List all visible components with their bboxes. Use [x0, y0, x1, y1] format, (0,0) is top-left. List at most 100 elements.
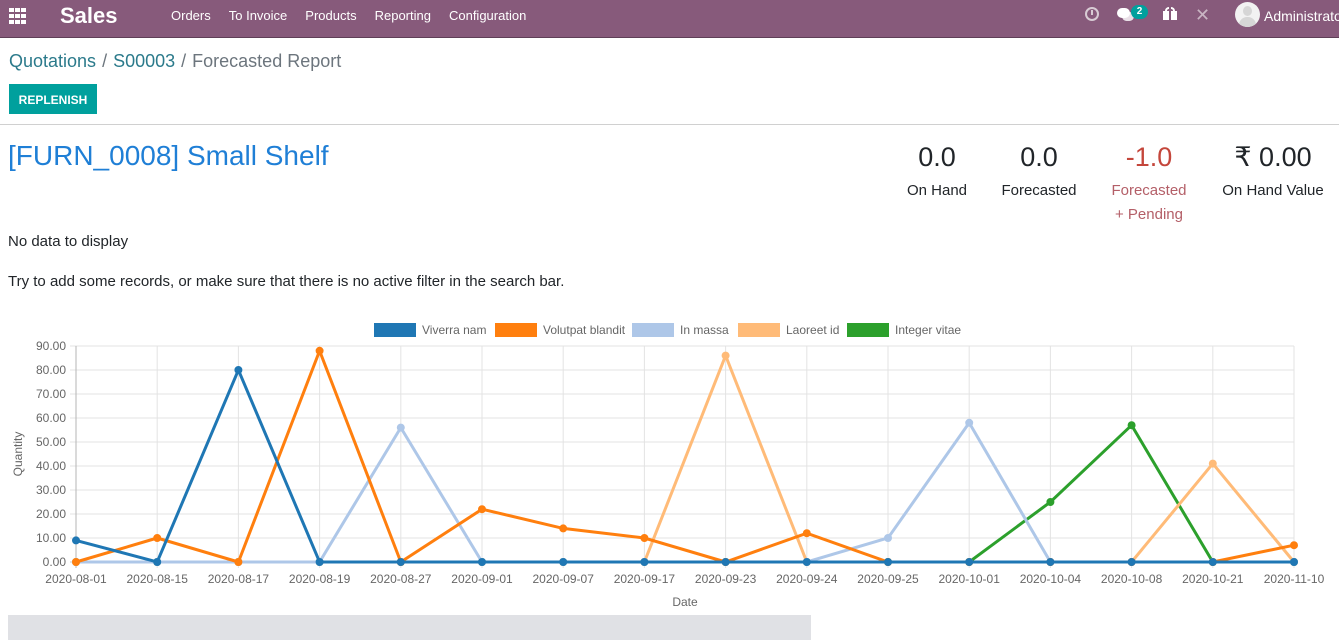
- divider: [0, 124, 1339, 125]
- data-point: [478, 505, 486, 514]
- data-point: [153, 534, 162, 542]
- legend-label: Laoreet id: [786, 323, 839, 337]
- x-axis-title: Date: [672, 595, 698, 609]
- y-tick-label: 60.00: [36, 411, 66, 425]
- data-point: [72, 558, 80, 566]
- y-tick-label: 90.00: [36, 339, 66, 353]
- product-title[interactable]: [FURN_0008] Small Shelf: [8, 140, 329, 172]
- y-tick-label: 50.00: [36, 435, 66, 449]
- menu-products[interactable]: Products: [296, 0, 365, 38]
- legend-swatch: [738, 323, 780, 337]
- data-point: [884, 534, 892, 542]
- menu-to-invoice[interactable]: To Invoice: [220, 0, 297, 38]
- x-tick-label: 2020-10-21: [1182, 572, 1244, 586]
- y-tick-label: 10.00: [36, 531, 66, 545]
- legend-swatch: [495, 323, 537, 337]
- data-point: [884, 558, 892, 566]
- x-tick-label: 2020-09-07: [533, 572, 595, 586]
- x-tick-label: 2020-10-01: [939, 572, 1001, 586]
- breadcrumb-order[interactable]: S00003: [113, 51, 175, 71]
- data-point: [721, 558, 730, 566]
- legend-swatch: [632, 323, 674, 337]
- gift-icon[interactable]: [1163, 7, 1177, 20]
- data-point: [1208, 459, 1217, 468]
- y-tick-label: 80.00: [36, 363, 66, 377]
- x-tick-label: 2020-08-19: [289, 572, 351, 586]
- stat-label: On Hand: [906, 182, 968, 199]
- data-point: [559, 524, 568, 533]
- replenish-button[interactable]: REPLENISH: [9, 84, 97, 114]
- stat-on-hand[interactable]: 0.0 On Hand: [897, 140, 977, 203]
- legend-label: In massa: [680, 323, 729, 337]
- data-point: [72, 536, 80, 545]
- data-point: [315, 558, 324, 566]
- data-point: [802, 558, 811, 566]
- stat-forecasted-pending[interactable]: -1.0 Forecasted + Pending: [1104, 140, 1194, 227]
- data-point: [478, 558, 486, 566]
- stat-label-line2: + Pending: [1115, 206, 1183, 223]
- breadcrumb-quotations[interactable]: Quotations: [9, 51, 96, 71]
- data-point: [315, 346, 324, 355]
- x-tick-label: 2020-09-24: [776, 572, 838, 586]
- user-name[interactable]: Administrator: [1264, 8, 1339, 24]
- data-point: [965, 418, 974, 427]
- no-data-title: No data to display: [8, 233, 129, 250]
- data-point: [396, 423, 405, 432]
- top-navbar: Sales Orders To Invoice Products Reporti…: [0, 0, 1339, 38]
- y-tick-label: 40.00: [36, 459, 66, 473]
- y-tick-label: 30.00: [36, 483, 66, 497]
- data-point: [1046, 498, 1055, 506]
- legend-swatch: [847, 323, 889, 337]
- stat-label-line1: Forecasted: [1111, 182, 1187, 199]
- report-table-placeholder: [8, 615, 811, 640]
- series-line-laoreet-id: [76, 351, 1296, 564]
- stat-label: Forecasted + Pending: [1104, 179, 1194, 227]
- messages-badge: 2: [1131, 5, 1148, 19]
- y-tick-label: 70.00: [36, 387, 66, 401]
- breadcrumb-separator: /: [102, 51, 108, 71]
- menu-orders[interactable]: Orders: [162, 0, 220, 38]
- menu-configuration[interactable]: Configuration: [440, 0, 535, 38]
- x-tick-label: 2020-09-01: [451, 572, 513, 586]
- legend-swatch: [374, 323, 416, 337]
- legend-label: Integer vitae: [895, 323, 961, 337]
- stat-value: 0.0: [918, 142, 956, 172]
- stat-label: On Hand Value: [1222, 182, 1324, 199]
- stat-value: ₹ 0.00: [1234, 142, 1312, 172]
- data-point: [153, 558, 162, 566]
- data-point: [234, 558, 243, 566]
- data-point: [234, 366, 243, 374]
- legend-label: Volutpat blandit: [543, 323, 626, 337]
- breadcrumb-separator: /: [181, 51, 187, 71]
- stat-on-hand-value[interactable]: ₹ 0.00 On Hand Value: [1214, 140, 1332, 203]
- x-tick-label: 2020-08-27: [370, 572, 432, 586]
- data-point: [640, 534, 649, 542]
- y-tick-label: 20.00: [36, 507, 66, 521]
- stat-forecasted[interactable]: 0.0 Forecasted: [994, 140, 1084, 203]
- x-tick-label: 2020-10-04: [1020, 572, 1082, 586]
- no-data-help: Try to add some records, or make sure th…: [8, 273, 565, 290]
- x-tick-label: 2020-10-08: [1101, 572, 1163, 586]
- apps-grid-icon[interactable]: [9, 8, 27, 24]
- data-point: [396, 558, 405, 566]
- data-point: [1290, 541, 1298, 550]
- tools-icon[interactable]: ✕: [1195, 5, 1210, 26]
- data-point: [1046, 558, 1055, 566]
- x-tick-label: 2020-08-15: [127, 572, 189, 586]
- main-menu: Orders To Invoice Products Reporting Con…: [162, 0, 535, 38]
- line-chart: 0.00 10.00 20.00 30.00 40.00 50.00 60.00 70.00 8…: [11, 323, 1325, 609]
- avatar[interactable]: [1235, 2, 1260, 27]
- menu-reporting[interactable]: Reporting: [366, 0, 440, 38]
- data-point: [1127, 558, 1136, 566]
- x-tick-label: 2020-09-25: [857, 572, 919, 586]
- data-point: [721, 351, 730, 360]
- data-point: [640, 558, 649, 566]
- x-tick-label: 2020-09-17: [614, 572, 676, 586]
- clock-icon[interactable]: [1085, 7, 1099, 21]
- x-tick-label: 2020-09-23: [695, 572, 757, 586]
- data-point: [1208, 558, 1217, 566]
- x-tick-label: 2020-08-01: [45, 572, 107, 586]
- x-tick-label: 2020-08-17: [208, 572, 270, 586]
- app-name[interactable]: Sales: [60, 3, 118, 29]
- data-point: [559, 558, 568, 566]
